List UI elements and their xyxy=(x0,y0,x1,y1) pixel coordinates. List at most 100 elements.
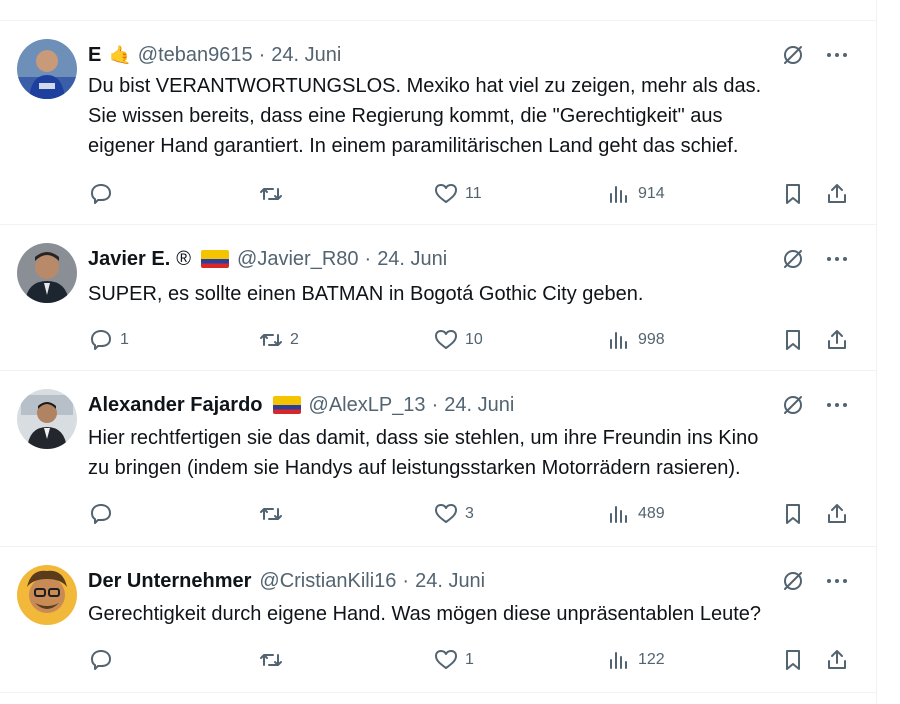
grok-icon[interactable] xyxy=(780,246,806,272)
reply-count: 1 xyxy=(120,331,129,348)
more-icon[interactable] xyxy=(824,392,850,418)
tweet-actions: 1 122 xyxy=(88,645,856,675)
colombia-flag-icon xyxy=(201,250,230,268)
views-button[interactable]: 122 xyxy=(606,645,665,675)
like-count: 11 xyxy=(465,185,482,202)
tweet-actions: 3 489 xyxy=(88,499,856,529)
views-icon xyxy=(610,332,627,349)
tweet-date[interactable]: 24. Juni xyxy=(377,248,447,271)
author-handle[interactable]: @AlexLP_13 xyxy=(309,394,426,417)
bookmark-button[interactable] xyxy=(780,499,806,529)
share-button[interactable] xyxy=(824,499,850,529)
author-handle[interactable]: @CristianKili16 xyxy=(259,570,396,593)
retweet-icon xyxy=(260,654,282,666)
more-icon[interactable] xyxy=(824,42,850,68)
tweet[interactable]: Der Unternehmer @CristianKili16 · 24. Ju… xyxy=(0,546,876,692)
bookmark-icon xyxy=(786,330,800,350)
like-button[interactable]: 10 xyxy=(433,325,483,355)
share-icon xyxy=(828,504,846,523)
share-button[interactable] xyxy=(824,325,850,355)
avatar[interactable] xyxy=(17,243,77,303)
reply-button[interactable] xyxy=(88,645,120,675)
more-icon[interactable] xyxy=(824,568,850,594)
share-button[interactable] xyxy=(824,179,850,209)
separator-dot: · xyxy=(258,43,266,66)
retweet-button[interactable] xyxy=(258,179,290,209)
avatar-image xyxy=(17,243,77,303)
author-name[interactable]: E xyxy=(88,44,101,67)
retweet-button[interactable] xyxy=(258,645,290,675)
tweet-top-actions xyxy=(780,245,850,273)
tweet-header: E 🤙 @teban9615 · 24. Juni xyxy=(88,41,341,69)
reply-icon xyxy=(91,184,111,204)
tweet-actions: 11 914 xyxy=(88,179,856,209)
avatar-image xyxy=(17,565,77,625)
right-gutter xyxy=(877,0,900,704)
avatar[interactable] xyxy=(17,389,77,449)
heart-icon xyxy=(435,504,457,523)
retweet-icon xyxy=(260,188,282,200)
reply-button[interactable] xyxy=(88,179,120,209)
author-handle[interactable]: @Javier_R80 xyxy=(237,248,358,271)
reply-icon xyxy=(91,330,111,350)
like-button[interactable]: 1 xyxy=(433,645,474,675)
heart-icon xyxy=(435,330,457,349)
like-button[interactable]: 11 xyxy=(433,179,482,209)
share-icon xyxy=(828,650,846,669)
reply-button[interactable] xyxy=(88,499,120,529)
avatar-image xyxy=(17,389,77,449)
tweet[interactable]: Alexander Fajardo @AlexLP_13 · 24. Juni … xyxy=(0,370,876,546)
bookmark-button[interactable] xyxy=(780,325,806,355)
tweet[interactable]: Javier E. ® @Javier_R80 · 24. Juni SUPER… xyxy=(0,224,876,370)
retweet-icon xyxy=(260,508,282,520)
grok-icon[interactable] xyxy=(780,568,806,594)
share-icon xyxy=(828,184,846,203)
tweet-date[interactable]: 24. Juni xyxy=(444,394,514,417)
like-count: 3 xyxy=(465,505,474,522)
more-icon[interactable] xyxy=(824,246,850,272)
author-name[interactable]: Javier E. xyxy=(88,248,170,271)
views-button[interactable]: 914 xyxy=(606,179,665,209)
views-icon xyxy=(610,506,627,523)
hand-emoji-badge: 🤙 xyxy=(109,44,132,65)
separator-dot: · xyxy=(402,569,410,592)
share-button[interactable] xyxy=(824,645,850,675)
tweet-top-actions xyxy=(780,391,850,419)
tweet-top-actions xyxy=(780,567,850,595)
views-button[interactable]: 998 xyxy=(606,325,665,355)
views-icon xyxy=(610,652,627,669)
feed-divider xyxy=(0,692,876,704)
like-button[interactable]: 3 xyxy=(433,499,474,529)
author-name[interactable]: Alexander Fajardo xyxy=(88,394,263,417)
like-count: 1 xyxy=(465,651,474,668)
colombia-flag-icon xyxy=(272,396,301,414)
bookmark-button[interactable] xyxy=(780,179,806,209)
bookmark-icon xyxy=(786,184,800,204)
like-count: 10 xyxy=(465,331,483,348)
view-count: 122 xyxy=(638,651,665,668)
heart-icon xyxy=(435,650,457,669)
retweet-button[interactable]: 2 xyxy=(258,325,299,355)
tweet-text: Hier rechtfertigen sie das damit, dass s… xyxy=(88,427,759,479)
tweet-feed: E 🤙 @teban9615 · 24. Juni Du bist VERANT… xyxy=(0,0,877,704)
tweet-text: SUPER, es sollte einen BATMAN in Bogotá … xyxy=(88,283,644,305)
grok-icon[interactable] xyxy=(780,42,806,68)
reply-button[interactable]: 1 xyxy=(88,325,129,355)
bookmark-icon xyxy=(786,504,800,524)
avatar[interactable] xyxy=(17,565,77,625)
author-name[interactable]: Der Unternehmer xyxy=(88,570,251,593)
tweet-header: Der Unternehmer @CristianKili16 · 24. Ju… xyxy=(88,567,485,595)
views-icon xyxy=(610,186,627,203)
retweet-count: 2 xyxy=(290,331,299,348)
author-handle[interactable]: @teban9615 xyxy=(138,44,253,67)
tweet-date[interactable]: 24. Juni xyxy=(271,44,341,67)
tweet-top-actions xyxy=(780,41,850,69)
grok-icon[interactable] xyxy=(780,392,806,418)
bookmark-button[interactable] xyxy=(780,645,806,675)
views-button[interactable]: 489 xyxy=(606,499,665,529)
tweet-date[interactable]: 24. Juni xyxy=(415,570,485,593)
avatar[interactable] xyxy=(17,39,77,99)
tweet[interactable]: E 🤙 @teban9615 · 24. Juni Du bist VERANT… xyxy=(0,20,876,224)
view-count: 914 xyxy=(638,185,665,202)
retweet-button[interactable] xyxy=(258,499,290,529)
